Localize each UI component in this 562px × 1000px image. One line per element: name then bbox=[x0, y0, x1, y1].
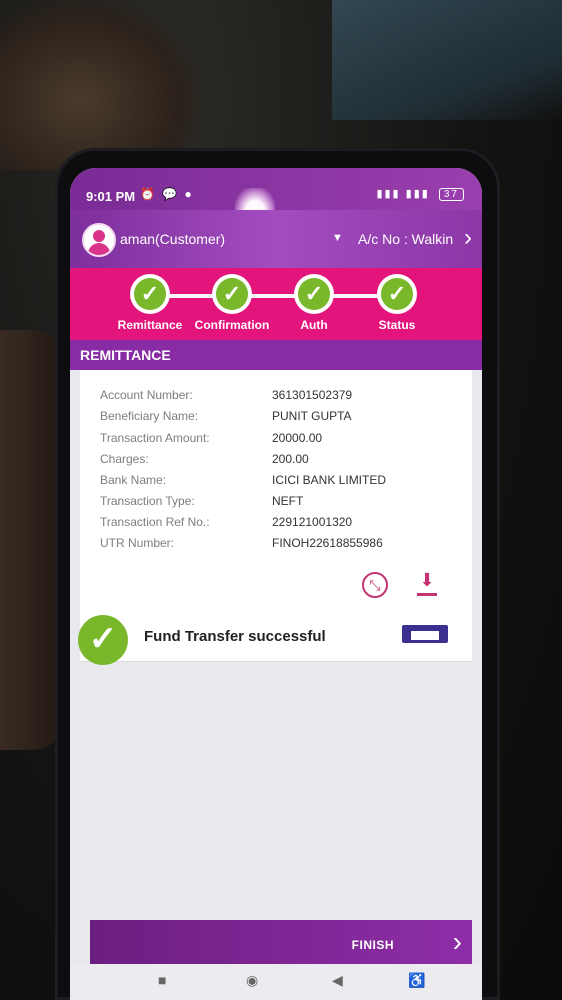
detail-label: Account Number: bbox=[100, 388, 193, 402]
avatar[interactable] bbox=[82, 223, 116, 257]
battery-icon: 37 bbox=[438, 188, 464, 201]
check-icon: ✓ bbox=[78, 615, 128, 665]
step-status: ✓ Status bbox=[357, 274, 437, 332]
step-label: Remittance bbox=[117, 318, 183, 332]
detail-label: Transaction Amount: bbox=[100, 431, 210, 445]
check-icon: ✓ bbox=[134, 278, 166, 310]
step-label: Status bbox=[378, 318, 416, 332]
check-icon: ✓ bbox=[381, 278, 413, 310]
recents-icon[interactable]: ■ bbox=[158, 972, 166, 988]
back-icon[interactable]: ◀ bbox=[332, 972, 343, 989]
detail-label: Transaction Ref No.: bbox=[100, 515, 210, 529]
status-bar: 9:01 PM ⏰ 💬 ● ▮▮▮ ▮▮▮ 37 bbox=[70, 168, 482, 238]
check-icon: ✓ bbox=[298, 278, 330, 310]
account-selector[interactable]: A/c No : Walkin bbox=[358, 231, 453, 247]
finish-button[interactable]: FINISH › bbox=[90, 920, 472, 964]
progress-stepper: ✓ Remittance ✓ Confirmation ✓ Auth ✓ Sta… bbox=[70, 268, 482, 340]
step-label: Auth bbox=[300, 318, 328, 332]
share-icon[interactable]: ⤡ bbox=[362, 572, 388, 598]
detail-value: 20000.00 bbox=[272, 431, 323, 445]
detail-value: NEFT bbox=[272, 494, 304, 508]
detail-value: 361301502379 bbox=[272, 388, 353, 402]
step-label: Confirmation bbox=[194, 318, 270, 332]
user-name: aman(Customer) bbox=[120, 231, 226, 247]
step-auth: ✓ Auth bbox=[274, 274, 354, 332]
detail-label: Charges: bbox=[100, 452, 149, 466]
detail-value: 200.00 bbox=[272, 452, 309, 466]
detail-label: UTR Number: bbox=[100, 536, 175, 550]
detail-value: FINOH22618855986 bbox=[272, 536, 383, 550]
detail-label: Transaction Type: bbox=[100, 494, 195, 508]
system-nav-bar: ■ ◉ ◀ ♿ bbox=[70, 964, 482, 1000]
chevron-right-icon: › bbox=[452, 926, 462, 957]
status-notification-icons: ⏰ 💬 ● bbox=[140, 187, 194, 201]
status-time: 9:01 PM bbox=[86, 189, 136, 204]
finish-label: FINISH bbox=[351, 938, 394, 952]
step-remittance: ✓ Remittance bbox=[110, 274, 190, 332]
accessibility-icon[interactable]: ♿ bbox=[408, 972, 425, 989]
home-icon[interactable]: ◉ bbox=[246, 972, 258, 989]
download-icon[interactable]: ⬇ bbox=[415, 570, 439, 596]
chevron-down-icon[interactable]: ▼ bbox=[332, 232, 343, 244]
section-title: REMITTANCE bbox=[80, 347, 171, 363]
section-header: REMITTANCE bbox=[70, 340, 482, 370]
success-message: Fund Transfer successful bbox=[144, 628, 326, 645]
check-icon: ✓ bbox=[216, 278, 248, 310]
detail-value: ICICI BANK LIMITED bbox=[272, 473, 387, 487]
detail-value: PUNIT GUPTA bbox=[272, 409, 352, 423]
detail-value: 229121001320 bbox=[272, 515, 353, 529]
background-hand bbox=[0, 0, 200, 170]
chevron-right-icon[interactable]: › bbox=[464, 224, 472, 252]
detail-label: Bank Name: bbox=[100, 473, 167, 487]
status-signal-icons: ▮▮▮ ▮▮▮ 37 bbox=[376, 187, 464, 201]
step-confirmation: ✓ Confirmation bbox=[192, 274, 272, 332]
printer-icon[interactable] bbox=[402, 625, 448, 643]
success-banner: ✓ Fund Transfer successful bbox=[78, 613, 472, 665]
app-header: aman(Customer) ▼ A/c No : Walkin › bbox=[70, 210, 482, 268]
background-cloth bbox=[332, 0, 562, 120]
phone-screen: 9:01 PM ⏰ 💬 ● ▮▮▮ ▮▮▮ 37 aman(Customer) … bbox=[70, 168, 482, 1000]
detail-label: Beneficiary Name: bbox=[100, 409, 199, 423]
